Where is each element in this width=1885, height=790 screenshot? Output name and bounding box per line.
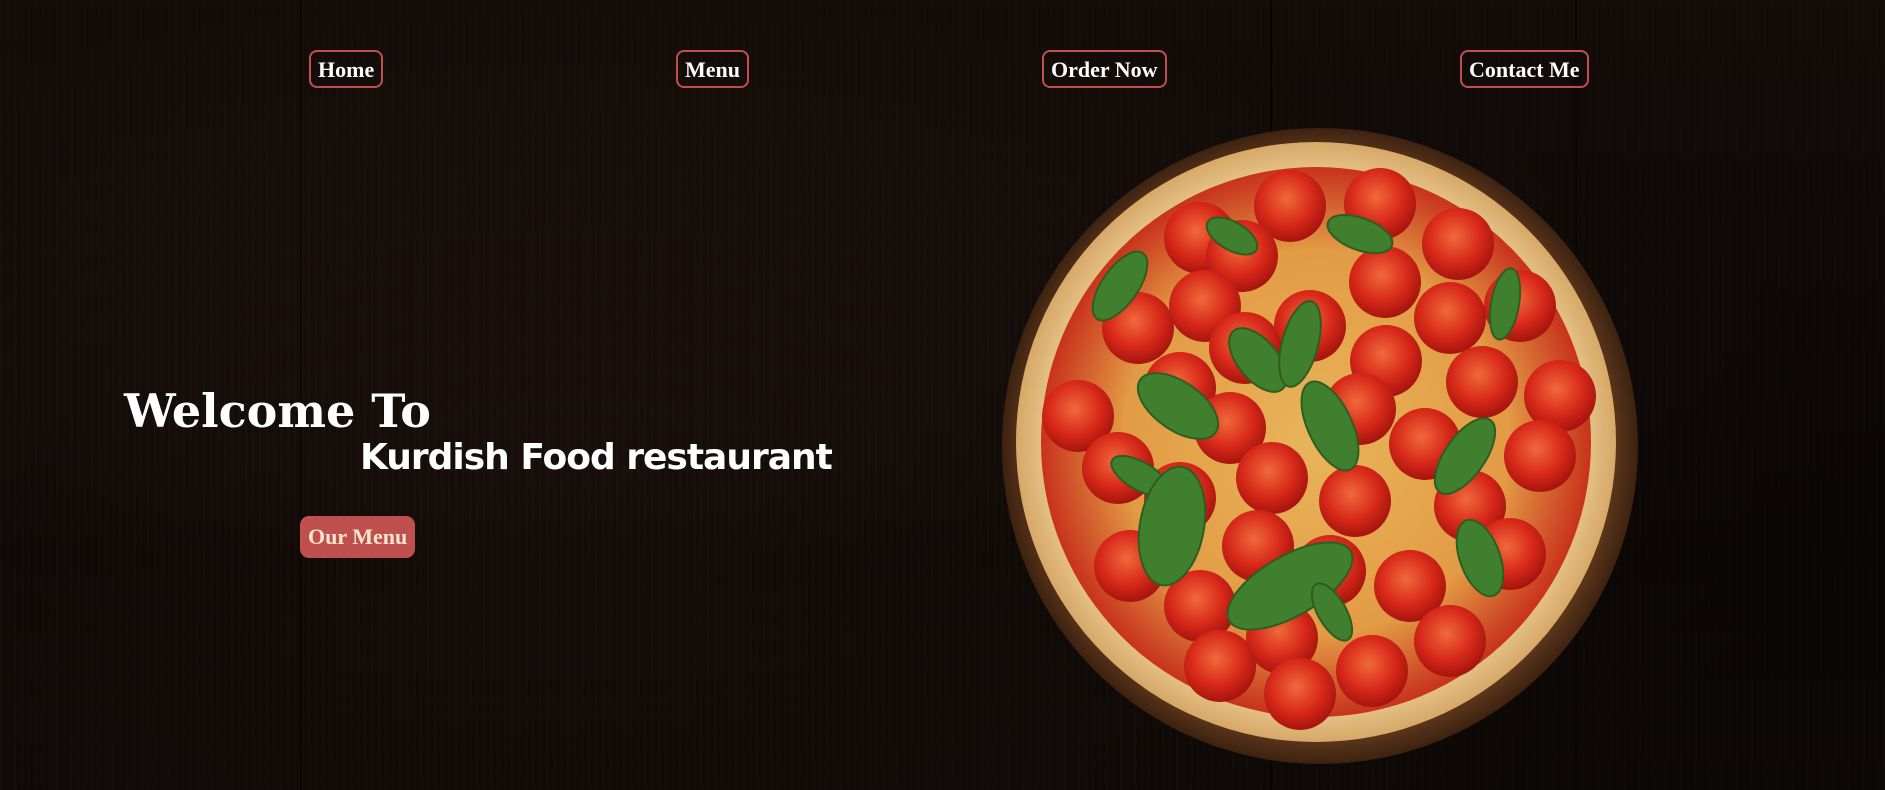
page-background: Home Menu Order Now Contact Me Welcome T… xyxy=(0,0,1885,790)
nav-contact-me-link[interactable]: Contact Me xyxy=(1460,50,1589,88)
pizza-image xyxy=(1002,128,1638,764)
nav-menu-link[interactable]: Menu xyxy=(676,50,749,88)
restaurant-name: Kurdish Food restaurant xyxy=(360,437,833,478)
nav-order-now-link[interactable]: Order Now xyxy=(1042,50,1167,88)
our-menu-button[interactable]: Our Menu xyxy=(300,516,416,558)
welcome-heading: Welcome To xyxy=(124,384,431,438)
nav-home-link[interactable]: Home xyxy=(309,50,384,88)
top-navigation: Home Menu Order Now Contact Me xyxy=(0,50,1885,94)
